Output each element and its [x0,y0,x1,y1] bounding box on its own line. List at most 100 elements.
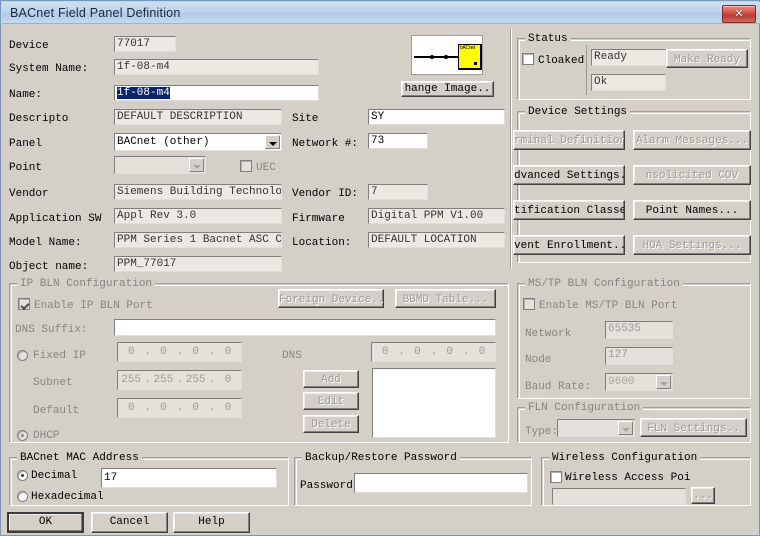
bus-line [414,56,460,58]
dns-field[interactable]: 0. 0. 0. 0 [371,342,496,362]
name-label: Name: [9,89,43,101]
status-state-field: Ready [591,49,666,66]
subnet-field[interactable]: 255. 255. 255. 0 [117,370,242,390]
enable-mstp-bln-label: Enable MS/TP BLN Port [539,300,678,312]
mac-hexadecimal-radio[interactable] [17,491,28,502]
fixed-ip-octet-3: 0 [192,346,199,358]
firmware-label: Firmware [292,213,345,225]
advanced-settings-button[interactable]: dvanced Settings.. [513,165,625,185]
cancel-button[interactable]: Cancel [91,512,168,533]
status-health-field: Ok [591,74,666,91]
make-ready-button[interactable]: Make Ready [666,49,748,68]
fixed-ip-field[interactable]: 0. 0. 0. 0 [117,342,242,362]
chevron-down-icon[interactable] [265,135,280,149]
wireless-access-point-label: Wireless Access Poi [565,472,691,484]
dns-suffix-label: DNS Suffix: [15,324,88,336]
fln-settings-button[interactable]: FLN Settings.. [640,418,747,437]
title-bar: BACnet Field Panel Definition ✕ [2,2,760,24]
network-number-field[interactable]: 73 [368,133,428,149]
wireless-group-title: Wireless Configuration [549,452,701,464]
firmware-field[interactable]: Digital PPM V1.00 [368,208,505,224]
event-enrollment-button[interactable]: vent Enrollment... [513,235,625,255]
enable-mstp-bln-checkbox[interactable] [523,298,535,310]
enable-ip-bln-checkbox[interactable] [18,298,30,310]
wireless-access-point-field[interactable] [552,488,686,505]
site-field[interactable]: SY [368,109,505,125]
mstp-network-label: Network [525,328,572,340]
status-group-title: Status [525,33,571,45]
subnet-octet-4: 0 [224,374,232,386]
default-gateway-field[interactable]: 0. 0. 0. 0 [117,398,242,418]
device-field[interactable]: 77017 [114,36,176,52]
device-image: bACnet [411,35,483,75]
uec-checkbox[interactable] [240,160,252,172]
description-field[interactable]: DEFAULT DESCRIPTION [114,109,282,125]
name-field[interactable]: 1f-08-m4 [114,85,319,101]
chevron-down-icon[interactable] [656,375,671,389]
object-name-field[interactable]: PPM_77017 [114,256,282,272]
dns-octet-1: 0 [381,346,389,358]
notification-classes-button[interactable]: tification Classes. [513,200,625,220]
dns-label: DNS [282,350,302,362]
terminal-definitions-button[interactable]: rminal Definitions [513,130,625,150]
default-octet-3: 0 [192,402,199,414]
delete-button[interactable]: Delete [303,415,359,433]
vendor-id-label: Vendor ID: [292,188,359,200]
panel-combo-value: BACnet (other) [117,136,210,148]
unsolicited-cov-button[interactable]: nsolicited COV [633,165,751,185]
bus-node-dot [444,55,448,59]
location-field[interactable]: DEFAULT LOCATION [368,232,505,248]
model-name-field[interactable]: PPM Series 1 Bacnet ASC Cor [114,232,282,248]
bbmd-list[interactable] [372,368,496,438]
baud-rate-label: Baud Rate: [525,381,592,393]
hoa-settings-button[interactable]: HOA Settings... [633,235,751,255]
close-button[interactable]: ✕ [722,5,756,23]
application-sw-label: Application SW [9,213,102,225]
wireless-browse-button[interactable]: ... [691,487,715,504]
chevron-down-icon[interactable] [618,421,633,435]
model-name-label: Model Name: [9,237,82,249]
dns-suffix-field[interactable] [114,319,496,336]
edit-button[interactable]: Edit [303,392,359,410]
point-names-button[interactable]: Point Names... [633,200,751,220]
dhcp-radio[interactable] [17,430,28,441]
mac-address-field[interactable]: 17 [101,468,277,488]
help-button[interactable]: Help [173,512,250,533]
add-button[interactable]: Add [303,370,359,388]
point-combo[interactable] [114,156,206,174]
status-inner-divider [586,45,587,95]
mstp-node-field[interactable]: 127 [605,347,673,365]
system-name-field[interactable]: 1f-08-m4 [114,59,319,75]
dns-octet-2: 0 [414,346,421,358]
mac-hexadecimal-label: Hexadecimal [31,491,104,503]
mstp-network-field[interactable]: 65535 [605,321,673,339]
mac-address-group-title: BACnet MAC Address [17,452,142,464]
foreign-device-button[interactable]: Foreign Device.. [278,289,384,308]
chevron-down-icon[interactable] [189,158,204,172]
change-image-button[interactable]: hange Image.. [401,81,494,97]
dns-octet-3: 0 [446,346,453,358]
alarm-messages-button[interactable]: Alarm Messages... [633,130,751,150]
fixed-ip-octet-4: 0 [224,346,232,358]
default-gateway-label: Default [33,405,80,417]
baud-rate-combo[interactable]: 9600 [605,373,673,391]
fln-group-title: FLN Configuration [525,402,644,414]
mac-decimal-radio[interactable] [17,470,28,481]
bus-node-dot [430,55,434,59]
password-field[interactable] [354,473,528,493]
cloaked-checkbox[interactable] [522,53,534,65]
site-label: Site [292,113,319,125]
fixed-ip-radio[interactable] [17,350,28,361]
bbmd-table-button[interactable]: BBMD Table... [395,289,496,308]
fln-type-combo[interactable] [557,419,635,437]
application-sw-field[interactable]: Appl Rev 3.0 [114,208,282,224]
vendor-id-field[interactable]: 7 [368,184,428,200]
enable-ip-bln-label: Enable IP BLN Port [34,300,153,312]
dialog-window: BACnet Field Panel Definition ✕ Device 7… [0,0,760,536]
vendor-field[interactable]: Siemens Building Technologi [114,184,282,200]
fixed-ip-label: Fixed IP [33,350,86,362]
network-number-label: Network #: [292,138,359,150]
wireless-access-point-checkbox[interactable] [550,471,562,483]
ok-button[interactable]: OK [7,512,84,533]
panel-combo[interactable]: BACnet (other) [114,133,282,151]
